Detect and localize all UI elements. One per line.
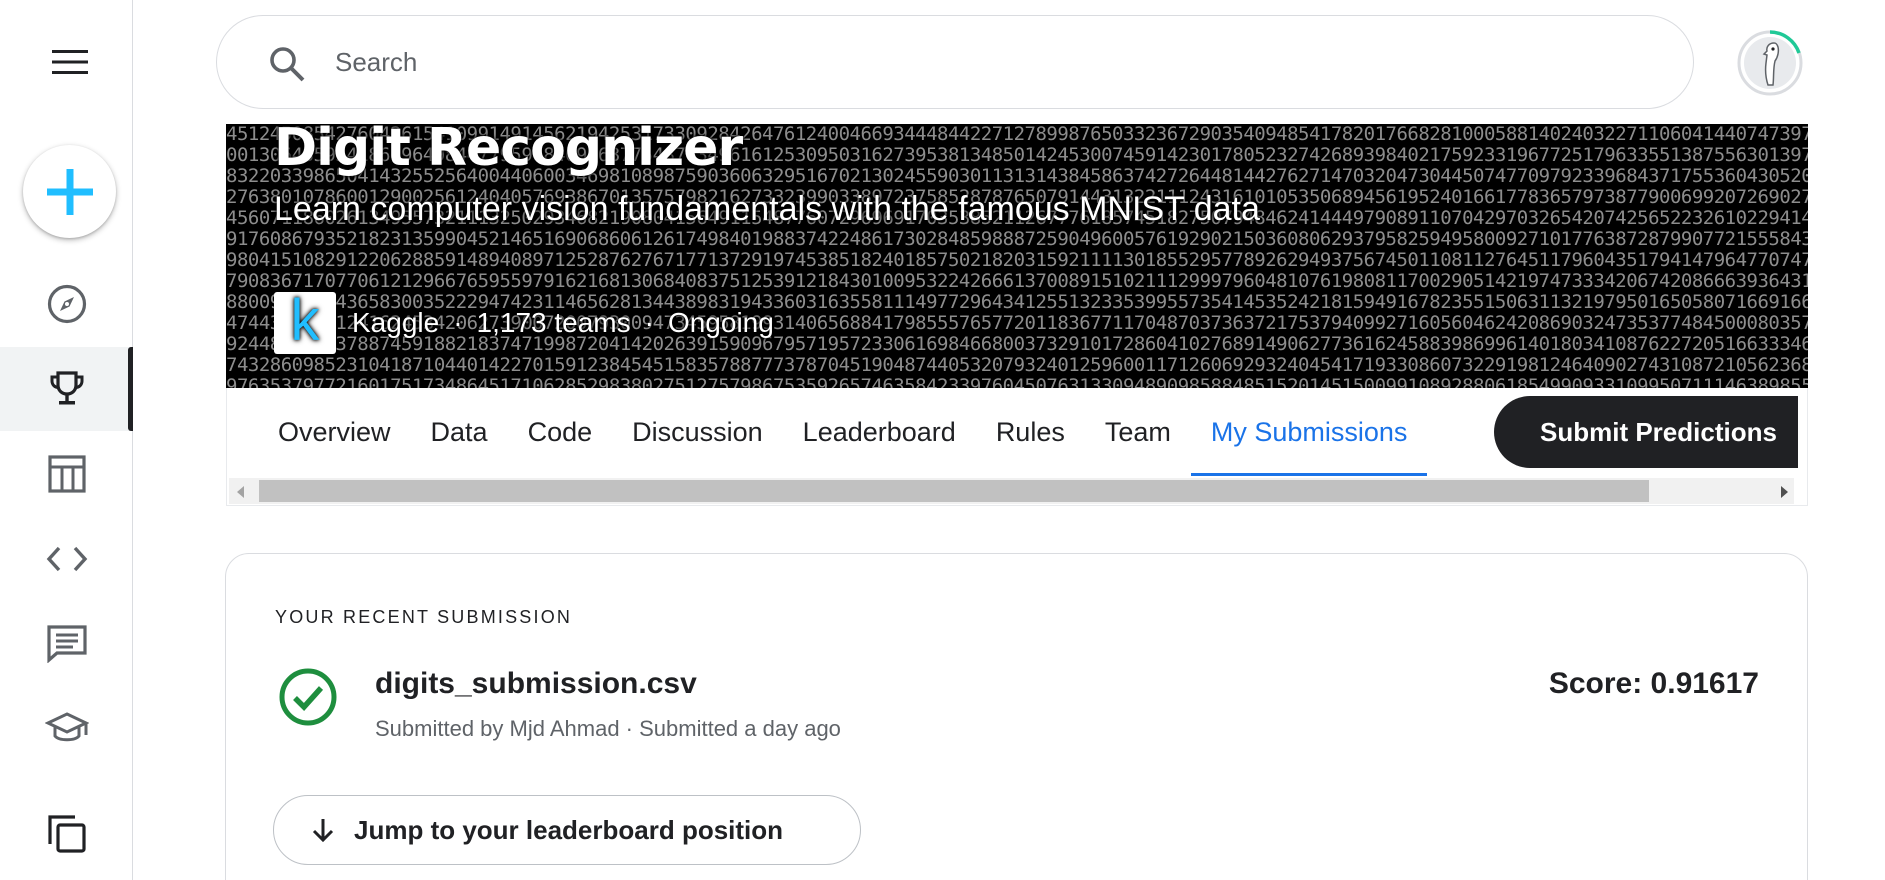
user-avatar[interactable] <box>1736 29 1804 97</box>
sidebar <box>0 0 133 880</box>
kaggle-logo-letter: k <box>290 288 320 353</box>
submit-predictions-button[interactable]: Submit Predictions <box>1494 396 1798 468</box>
meta-separator: · <box>453 307 463 338</box>
plus-icon <box>46 168 93 215</box>
kaggle-logo[interactable]: k <box>274 288 336 354</box>
school-icon <box>44 712 89 742</box>
section-label: YOUR RECENT SUBMISSION <box>275 607 573 627</box>
search-icon <box>270 47 305 82</box>
trophy-icon <box>50 371 83 405</box>
tab-team[interactable]: Team <box>1085 388 1191 476</box>
table-icon <box>47 455 86 493</box>
create-button[interactable] <box>23 145 116 238</box>
tab-code[interactable]: Code <box>508 388 613 476</box>
sidebar-item-learn[interactable] <box>0 687 133 771</box>
scroll-left-icon[interactable] <box>237 486 244 498</box>
competition-status: Ongoing <box>667 307 774 338</box>
menu-button[interactable] <box>46 44 94 80</box>
sidebar-item-datasets[interactable] <box>0 432 133 516</box>
competition-tabs-container: Overview Data Code Discussion Leaderboar… <box>226 388 1808 506</box>
competition-header-banner: 4512450854276042615410991491456219425317… <box>226 124 1808 388</box>
sidebar-item-more[interactable] <box>0 792 133 876</box>
scrollbar-thumb[interactable] <box>259 480 1649 502</box>
arrow-down-icon <box>312 819 334 843</box>
competition-subtitle: Learn computer vision fundamentals with … <box>274 190 1260 228</box>
meta-separator: · <box>644 307 654 338</box>
comment-icon <box>46 625 87 663</box>
submission-meta: Submitted by Mjd Ahmad · Submitted a day… <box>375 716 841 741</box>
search-input[interactable] <box>335 36 1635 88</box>
tab-overview[interactable]: Overview <box>227 388 411 476</box>
sidebar-item-explore[interactable] <box>0 262 133 346</box>
recent-submission-card: YOUR RECENT SUBMISSION digits_submission… <box>225 553 1808 880</box>
teams-count: 1,173 teams <box>476 307 631 338</box>
competition-tabs: Overview Data Code Discussion Leaderboar… <box>227 388 1428 476</box>
horizontal-scrollbar[interactable] <box>229 478 1794 504</box>
avatar-progress-ring <box>1737 30 1803 96</box>
tab-rules[interactable]: Rules <box>976 388 1085 476</box>
tab-data[interactable]: Data <box>411 388 508 476</box>
competition-meta: k Kaggle · 1,173 teams · Ongoing <box>274 288 774 354</box>
sidebar-item-code[interactable] <box>0 517 133 601</box>
jump-button-label: Jump to your leaderboard position <box>354 814 784 845</box>
check-circle-icon <box>279 668 337 726</box>
code-icon <box>46 546 87 572</box>
hamburger-menu-icon <box>52 50 88 74</box>
sidebar-item-competitions[interactable] <box>0 347 133 431</box>
tab-leaderboard[interactable]: Leaderboard <box>783 388 976 476</box>
tab-my-submissions[interactable]: My Submissions <box>1190 388 1428 476</box>
scroll-right-icon[interactable] <box>1781 486 1788 498</box>
host-name[interactable]: Kaggle <box>352 307 439 339</box>
tab-discussion[interactable]: Discussion <box>612 388 783 476</box>
sidebar-item-discussions[interactable] <box>0 602 133 686</box>
copy-icon <box>47 815 86 853</box>
search-bar[interactable] <box>216 15 1694 109</box>
submission-score: Score: 0.91617 <box>1548 667 1759 700</box>
submission-file-name[interactable]: digits_submission.csv <box>375 667 697 701</box>
compass-icon <box>47 284 86 324</box>
competition-title: Digit Recognizer <box>274 124 743 178</box>
jump-to-leaderboard-button[interactable]: Jump to your leaderboard position <box>273 795 861 865</box>
